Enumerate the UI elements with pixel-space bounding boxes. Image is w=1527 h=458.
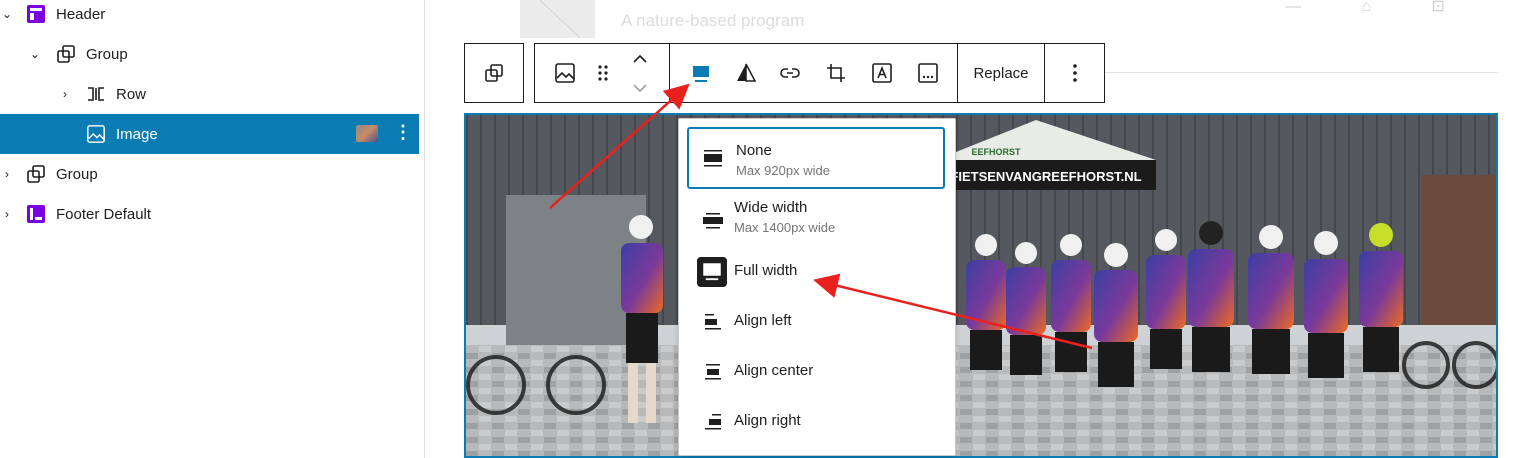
- alt-text-button[interactable]: [909, 44, 947, 102]
- align-option-right[interactable]: Align right: [687, 396, 945, 446]
- drag-handle[interactable]: [589, 44, 617, 102]
- move-down-button[interactable]: [627, 73, 653, 102]
- link-icon: [780, 68, 800, 78]
- list-item-footer[interactable]: › Footer Default: [0, 194, 419, 234]
- group-icon: [26, 164, 46, 184]
- option-sublabel: Max 920px wide: [736, 163, 830, 178]
- replace-button[interactable]: Replace: [958, 44, 1044, 102]
- site-logo-placeholder: [520, 0, 595, 38]
- group-icon: [56, 44, 76, 64]
- chevron-right-icon[interactable]: ›: [0, 167, 14, 181]
- chevron-down-icon: [633, 83, 647, 92]
- block-toolbar: Replace: [534, 43, 1105, 103]
- image-thumbnail: [356, 125, 378, 142]
- toolbar-divider: [669, 44, 670, 102]
- more-options-button[interactable]: [1045, 44, 1105, 102]
- link-button[interactable]: [771, 44, 809, 102]
- chevron-down-icon[interactable]: ⌄: [28, 47, 42, 61]
- option-label: Full width: [734, 262, 798, 279]
- option-label: None: [736, 142, 772, 159]
- logo-placeholder-icon: [539, 0, 581, 38]
- list-item-label: Image: [116, 125, 158, 143]
- list-item-header[interactable]: ⌄ Header: [0, 0, 419, 34]
- list-item-label: Group: [56, 165, 98, 183]
- list-item-label: Footer Default: [56, 205, 152, 223]
- chevron-up-icon: [633, 54, 647, 63]
- image-icon: [86, 124, 106, 144]
- option-label: Align right: [734, 412, 801, 429]
- list-item-group[interactable]: ⌄ Group: [0, 34, 419, 74]
- align-option-wide[interactable]: Wide width Max 1400px wide: [687, 193, 945, 249]
- parent-block-toolbar: [464, 43, 524, 103]
- list-view-panel: ⌄ Header ⌄ Group › Row Image ⋮ › Group ›: [0, 0, 425, 458]
- option-label: Align center: [734, 362, 814, 379]
- chevron-right-icon[interactable]: ›: [58, 87, 72, 101]
- list-item-image-selected[interactable]: Image ⋮: [0, 114, 419, 154]
- align-button[interactable]: [681, 44, 721, 102]
- list-item-group[interactable]: › Group: [0, 154, 419, 194]
- duotone-filter-button[interactable]: [727, 44, 765, 102]
- header-separator: [1040, 72, 1498, 73]
- align-option-none[interactable]: None Max 920px wide: [687, 127, 945, 189]
- align-option-left[interactable]: Align left: [687, 296, 945, 346]
- text-overlay-button[interactable]: [863, 44, 901, 102]
- list-item-label: Group: [86, 45, 128, 63]
- list-item-label: Header: [56, 5, 106, 23]
- align-left-icon: [705, 314, 721, 330]
- cyclists-group-photo: FIETSENVANGREEFHORST.NL EEFHORST: [466, 115, 1496, 456]
- block-type-image-button[interactable]: [543, 44, 587, 102]
- align-right-icon: [705, 414, 721, 430]
- group-icon: [485, 64, 503, 82]
- more-vertical-icon: [1073, 64, 1077, 82]
- align-wide-icon: [703, 213, 723, 229]
- banner-text: FIETSENVANGREEFHORST.NL: [950, 169, 1141, 184]
- align-full-width-icon: [697, 257, 727, 287]
- header-icons: — ⌂ ⊡: [1285, 0, 1473, 15]
- option-sublabel: Max 1400px wide: [734, 220, 836, 235]
- move-up-button[interactable]: [627, 44, 653, 73]
- alignment-dropdown-menu: None Max 920px wide Wide width Max 1400p…: [678, 118, 956, 456]
- align-option-full-width[interactable]: Full width: [687, 246, 945, 296]
- site-tagline: A nature-based program: [621, 11, 805, 30]
- chevron-down-icon[interactable]: ⌄: [0, 7, 14, 21]
- option-label: Wide width: [734, 199, 808, 216]
- template-part-icon: [26, 204, 46, 224]
- text-overlay-icon: [872, 63, 892, 83]
- list-item-label: Row: [116, 85, 147, 103]
- tent-text: EEFHORST: [971, 147, 1021, 157]
- align-option-center[interactable]: Align center: [687, 346, 945, 396]
- chevron-right-icon[interactable]: ›: [0, 207, 14, 221]
- template-part-icon: [26, 4, 46, 24]
- crop-button[interactable]: [817, 44, 855, 102]
- row-icon: [86, 84, 106, 104]
- list-item-row[interactable]: › Row: [0, 74, 419, 114]
- option-label: Align left: [734, 312, 792, 329]
- selected-image-block[interactable]: FIETSENVANGREEFHORST.NL EEFHORST: [464, 113, 1498, 458]
- filter-icon: [737, 63, 757, 82]
- image-icon: [555, 63, 575, 83]
- align-none-icon: [704, 150, 722, 167]
- drag-handle-icon: [598, 65, 608, 81]
- alt-text-icon: [918, 63, 938, 83]
- options-menu-icon[interactable]: ⋮: [394, 122, 412, 143]
- align-none-icon: [693, 66, 709, 82]
- align-center-icon: [705, 364, 721, 380]
- select-parent-button[interactable]: [465, 44, 523, 102]
- crop-icon: [827, 64, 845, 82]
